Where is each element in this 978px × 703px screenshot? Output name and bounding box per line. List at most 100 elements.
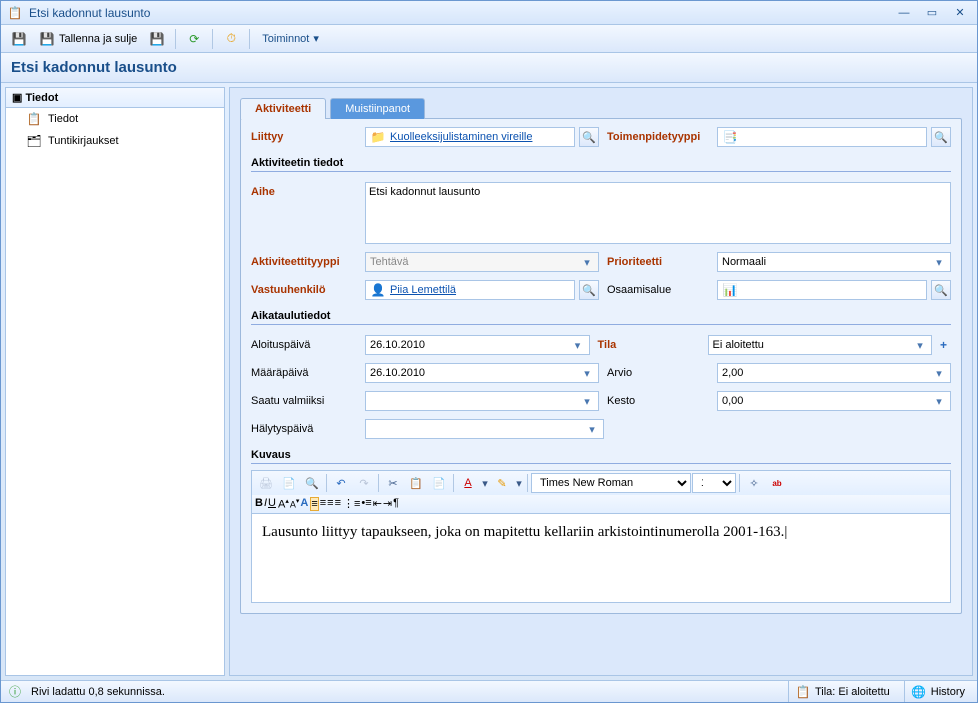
add-status-button[interactable]: + xyxy=(936,338,951,352)
lookup-liittyy[interactable]: 🔍 xyxy=(579,127,599,147)
status-tila[interactable]: 📋 Tila: Ei aloitettu xyxy=(788,681,896,702)
lookup-vastuuhenkilo[interactable]: 🔍 xyxy=(579,280,599,300)
rte-align-right[interactable]: ≡ xyxy=(327,497,333,511)
field-toimenpidetyyppi[interactable]: 📑 xyxy=(717,127,927,147)
field-saatu-valmiiksi[interactable]: ▾ xyxy=(365,391,599,411)
status-history-label: History xyxy=(931,686,965,698)
osaamisalue-input[interactable] xyxy=(742,284,922,296)
tab-muistiinpanot[interactable]: Muistiinpanot xyxy=(330,98,425,119)
rte-align-center[interactable]: ≡ xyxy=(320,497,326,511)
disk-close-icon: 💾 xyxy=(39,31,55,47)
save-and-close-button[interactable]: 💾 Tallenna ja sulje xyxy=(35,28,141,50)
search-icon: 🔍 xyxy=(582,284,596,297)
rte-underline[interactable]: U xyxy=(268,497,276,511)
label-arvio: Arvio xyxy=(603,367,713,379)
rte-preview[interactable]: 📄 xyxy=(278,473,300,493)
label-toimenpidetyyppi: Toimenpidetyyppi xyxy=(603,131,713,143)
field-halytyspaiva[interactable]: ▾ xyxy=(365,419,604,439)
rte-italic[interactable]: I xyxy=(264,497,267,511)
person-icon: 👤 xyxy=(370,282,386,298)
vastuuhenkilo-link[interactable]: Piia Lemettilä xyxy=(390,284,456,296)
sidebar-item-tuntikirjaukset[interactable]: 🗂 Tuntikirjaukset xyxy=(6,130,224,152)
titlebar: 📋 Etsi kadonnut lausunto — ▭ ✕ xyxy=(1,1,977,25)
sidebar-item-tiedot[interactable]: 📋 Tiedot xyxy=(6,108,224,130)
main-toolbar: 💾 💾 Tallenna ja sulje 💾 ⟳ ⏱ Toiminnot ▾ xyxy=(1,25,977,53)
rte-highlight[interactable]: ✎ xyxy=(491,473,513,493)
rte-font-color-dd[interactable]: ▾ xyxy=(480,473,490,493)
rte-spellcheck[interactable]: ab xyxy=(766,473,788,493)
sidebar-header-label: Tiedot xyxy=(25,92,58,104)
save-close-label: Tallenna ja sulje xyxy=(59,33,137,45)
rte-editor[interactable]: Lausunto liittyy tapaukseen, joka on map… xyxy=(251,513,951,603)
rte-outdent[interactable]: ⇤ xyxy=(373,497,382,511)
label-maarapaiva: Määräpäivä xyxy=(251,367,361,379)
rte-copy[interactable]: 📋 xyxy=(405,473,427,493)
save-button[interactable]: 💾 xyxy=(7,28,31,50)
rte-cut[interactable]: ✂ xyxy=(382,473,404,493)
label-prioriteetti: Prioriteetti xyxy=(603,256,713,268)
status-history[interactable]: 🌐 History xyxy=(904,681,971,702)
field-aloituspaiva[interactable]: 26.10.2010 ▾ xyxy=(365,335,590,355)
field-aktiviteettityyppi[interactable]: Tehtävä ▾ xyxy=(365,252,599,272)
rte-font-style[interactable]: A xyxy=(300,497,308,511)
rte-list-bullet[interactable]: •≡ xyxy=(361,497,371,511)
rte-highlight-dd[interactable]: ▾ xyxy=(514,473,524,493)
field-tila[interactable]: Ei aloitettu ▾ xyxy=(708,335,933,355)
refresh-button[interactable]: ⟳ xyxy=(182,28,206,50)
close-button[interactable]: ✕ xyxy=(949,5,971,21)
save-new-button[interactable]: 💾 xyxy=(145,28,169,50)
field-prioriteetti[interactable]: Normaali ▾ xyxy=(717,252,951,272)
history-icon: 🌐 xyxy=(911,684,927,700)
rte-font-family[interactable]: Times New Roman xyxy=(531,473,691,493)
rte-font-color[interactable]: A xyxy=(457,473,479,493)
liittyy-link[interactable]: Kuolleeksijulistaminen vireille xyxy=(390,131,532,143)
type-icon: 📑 xyxy=(722,129,738,145)
rte-paragraph[interactable]: ¶ xyxy=(393,497,399,511)
field-arvio[interactable]: 2,00 ▾ xyxy=(717,363,951,383)
rte-shrink-font[interactable]: A▾ xyxy=(290,497,300,511)
rte-undo[interactable]: ↶ xyxy=(330,473,352,493)
toolbar-separator xyxy=(175,29,176,49)
info-icon: ⓘ xyxy=(7,684,23,700)
chevron-down-icon: ▾ xyxy=(580,367,594,380)
chevron-down-icon: ▾ xyxy=(932,395,946,408)
rte-clear-format[interactable]: ✧ xyxy=(743,473,765,493)
kesto-value: 0,00 xyxy=(722,395,928,407)
lookup-toimenpidetyyppi[interactable]: 🔍 xyxy=(931,127,951,147)
status-tila-label: Tila: Ei aloitettu xyxy=(815,686,890,698)
label-tila: Tila xyxy=(594,339,704,351)
rte-paste[interactable]: 📄 xyxy=(428,473,450,493)
search-icon: 🔍 xyxy=(934,284,948,297)
toolbar-separator xyxy=(212,29,213,49)
maximize-button[interactable]: ▭ xyxy=(921,5,943,21)
field-maarapaiva[interactable]: 26.10.2010 ▾ xyxy=(365,363,599,383)
field-kesto[interactable]: 0,00 ▾ xyxy=(717,391,951,411)
rte-list-numbered[interactable]: ⋮≡ xyxy=(343,497,360,511)
timer-button[interactable]: ⏱ xyxy=(219,28,243,50)
rte-grow-font[interactable]: A▴ xyxy=(278,497,289,511)
status-text: Rivi ladattu 0,8 sekunnissa. xyxy=(31,686,165,698)
rte-zoom[interactable]: 🔍 xyxy=(301,473,323,493)
rte-align-left[interactable]: ≡ xyxy=(310,497,318,511)
section-aikataulutiedot: Aikataulutiedot xyxy=(251,304,951,325)
actions-label: Toiminnot xyxy=(262,33,309,45)
toimenpidetyyppi-input[interactable] xyxy=(742,131,922,143)
aloituspaiva-value: 26.10.2010 xyxy=(370,339,567,351)
field-liittyy[interactable]: 📁 Kuolleeksijulistaminen vireille xyxy=(365,127,575,147)
chevron-down-icon: ▾ xyxy=(932,367,946,380)
field-aihe[interactable]: Etsi kadonnut lausunto xyxy=(365,182,951,244)
rte-redo[interactable]: ↷ xyxy=(353,473,375,493)
rte-font-size[interactable]: 12 xyxy=(692,473,736,493)
sidebar-header[interactable]: ▣ Tiedot xyxy=(6,88,224,108)
minimize-button[interactable]: — xyxy=(893,5,915,21)
rte-indent[interactable]: ⇥ xyxy=(383,497,392,511)
rte-print[interactable]: 🖨 xyxy=(255,473,277,493)
tab-aktiviteetti[interactable]: Aktiviteetti xyxy=(240,98,326,119)
field-osaamisalue[interactable]: 📊 xyxy=(717,280,927,300)
rte-align-justify[interactable]: ≡ xyxy=(335,497,341,511)
lookup-osaamisalue[interactable]: 🔍 xyxy=(931,280,951,300)
actions-dropdown[interactable]: Toiminnot ▾ xyxy=(256,28,325,50)
rte-bold[interactable]: B xyxy=(255,497,263,511)
chevron-down-icon: ▾ xyxy=(313,32,319,45)
field-vastuuhenkilo[interactable]: 👤 Piia Lemettilä xyxy=(365,280,575,300)
